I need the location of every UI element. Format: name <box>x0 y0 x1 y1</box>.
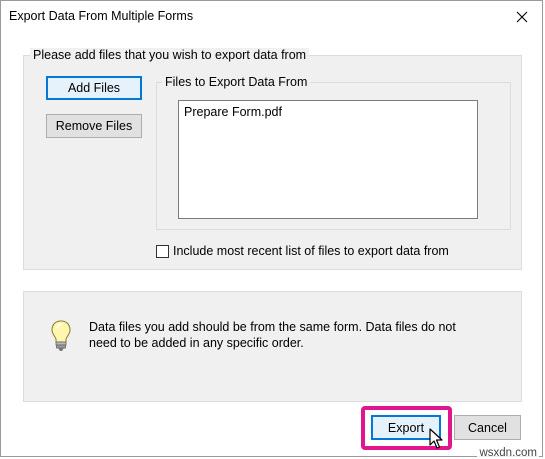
files-list-caption: Files to Export Data From <box>162 75 311 89</box>
info-text-line1: Data files you add should be from the sa… <box>89 320 456 334</box>
include-recent-checkbox[interactable] <box>156 244 169 258</box>
remove-files-button[interactable]: Remove Files <box>46 114 142 138</box>
close-button[interactable] <box>502 1 542 33</box>
close-icon <box>516 11 528 23</box>
lightbulb-icon <box>51 320 71 351</box>
include-recent-row[interactable]: Include most recent list of files to exp… <box>156 244 449 258</box>
mouse-cursor-icon <box>429 428 443 449</box>
add-files-button[interactable]: Add Files <box>46 76 142 100</box>
watermark: wsxdn.com <box>477 447 539 459</box>
files-listbox[interactable]: Prepare Form.pdf <box>178 100 478 219</box>
info-text-line2: need to be added in any specific order. <box>89 336 304 350</box>
cancel-button[interactable]: Cancel <box>454 415 521 440</box>
window-title: Export Data From Multiple Forms <box>9 9 194 23</box>
files-group-caption: Please add files that you wish to export… <box>30 48 310 62</box>
include-recent-label[interactable]: Include most recent list of files to exp… <box>173 244 449 258</box>
info-text: Data files you add should be from the sa… <box>89 319 469 351</box>
list-item[interactable]: Prepare Form.pdf <box>184 105 282 119</box>
title-bar: Export Data From Multiple Forms <box>1 1 542 33</box>
